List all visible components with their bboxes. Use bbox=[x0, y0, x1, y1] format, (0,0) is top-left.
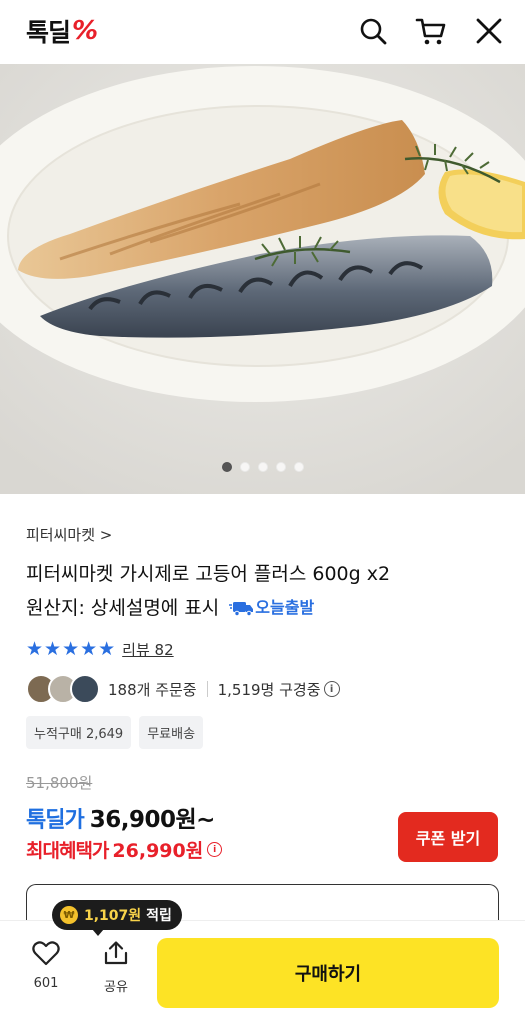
product-photo bbox=[0, 64, 525, 494]
carousel-dot[interactable] bbox=[293, 462, 304, 472]
max-benefit-label: 최대혜택가 bbox=[26, 840, 109, 862]
carousel-dot[interactable] bbox=[275, 462, 286, 472]
coupon-button[interactable]: 쿠폰 받기 bbox=[398, 812, 498, 862]
max-benefit-row: 최대혜택가 26,990원 i bbox=[26, 836, 223, 863]
info-icon[interactable]: i bbox=[323, 681, 340, 697]
points-tooltip: ₩ 1,107원 적립 bbox=[52, 900, 182, 936]
buyer-avatars bbox=[26, 674, 100, 704]
origin-text: 원산지: 상세설명에 표시 bbox=[26, 597, 220, 619]
share-label: 공유 bbox=[104, 980, 128, 995]
carousel-indicator bbox=[0, 462, 525, 472]
tag-list: 누적구매 2,649 무료배송 bbox=[26, 716, 204, 749]
orders-count: 188개 주문중 bbox=[108, 680, 197, 699]
tokdeal-logo[interactable]: 톡딜% bbox=[26, 14, 98, 48]
heart-icon bbox=[32, 941, 60, 966]
carousel-dot[interactable] bbox=[239, 462, 250, 472]
points-amount: 1,107원 bbox=[84, 908, 142, 924]
coin-icon: ₩ bbox=[60, 906, 78, 924]
close-icon[interactable] bbox=[472, 14, 506, 48]
divider bbox=[206, 681, 208, 697]
product-image-carousel[interactable] bbox=[0, 64, 525, 494]
star-rating: ★★★★★ bbox=[26, 638, 117, 660]
buy-button[interactable]: 구매하기 bbox=[157, 938, 499, 1008]
tag-cumulative-purchases: 누적구매 2,649 bbox=[26, 716, 132, 749]
product-title: 피터씨마켓 가시제로 고등어 플러스 600g x2 bbox=[26, 563, 391, 585]
carousel-dot[interactable] bbox=[221, 462, 232, 472]
carousel-dot[interactable] bbox=[257, 462, 268, 472]
seller-link[interactable]: 피터씨마켓 > bbox=[26, 524, 112, 545]
review-link[interactable]: 리뷰 82 bbox=[122, 639, 173, 660]
today-shipping-label: 오늘출발 bbox=[255, 598, 315, 617]
logo-text: 톡딜 bbox=[26, 18, 71, 47]
avatar bbox=[70, 674, 100, 704]
like-button[interactable]: 601 bbox=[21, 940, 71, 991]
share-icon bbox=[104, 941, 128, 965]
tokdeal-price: 36,900원~ bbox=[89, 807, 216, 833]
share-button[interactable]: 공유 bbox=[91, 940, 141, 995]
order-status-row: 188개 주문중 1,519명 구경중 i bbox=[26, 674, 340, 704]
info-icon[interactable]: i bbox=[207, 842, 223, 857]
max-benefit-price: 26,990원 bbox=[112, 840, 204, 862]
tag-free-shipping: 무료배송 bbox=[139, 716, 204, 749]
delivery-truck-icon bbox=[229, 602, 254, 617]
logo-percent-symbol: % bbox=[72, 16, 98, 46]
rating-row: ★★★★★ 리뷰 82 bbox=[26, 638, 174, 660]
original-price: 51,800원 bbox=[26, 774, 93, 792]
points-suffix: 적립 bbox=[146, 908, 172, 924]
like-count: 601 bbox=[33, 976, 59, 991]
top-header: 톡딜% bbox=[0, 0, 525, 64]
today-shipping-badge: 오늘출발 bbox=[229, 594, 314, 622]
tokdeal-price-row: 톡딜가 36,900원~ bbox=[26, 800, 215, 834]
cart-icon[interactable] bbox=[414, 14, 448, 48]
search-icon[interactable] bbox=[356, 14, 390, 48]
origin-row: 원산지: 상세설명에 표시 오늘출발 bbox=[26, 594, 314, 622]
tokdeal-price-label: 톡딜가 bbox=[26, 808, 85, 833]
viewers-count: 1,519명 구경중 bbox=[217, 680, 321, 699]
